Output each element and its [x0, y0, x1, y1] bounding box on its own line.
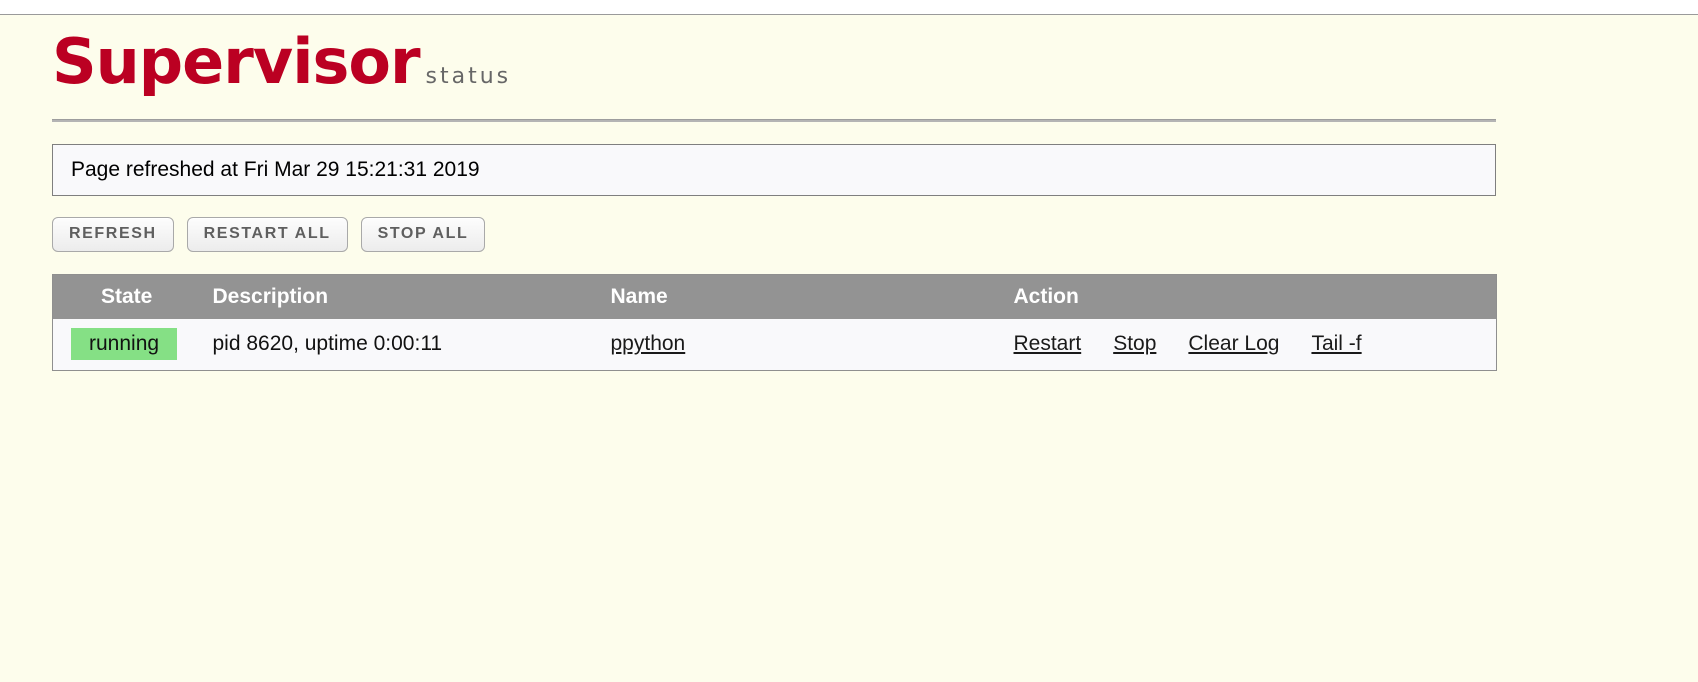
logo-wordmark: Supervisor [52, 25, 421, 98]
logo-subtitle: status [425, 64, 512, 89]
row-action-links: Restart Stop Clear Log Tail -f [1014, 332, 1497, 356]
stop-all-button[interactable]: STOP ALL [360, 217, 486, 252]
refresh-button[interactable]: REFRESH [52, 217, 174, 252]
table-row: running pid 8620, uptime 0:00:11 ppython… [52, 318, 1497, 371]
column-header-name[interactable]: Name [604, 274, 1010, 319]
column-header-description[interactable]: Description [204, 274, 605, 319]
column-header-action[interactable]: Action [1009, 274, 1497, 319]
status-message-text: Page refreshed at Fri Mar 29 15:21:31 20… [71, 158, 480, 181]
process-table: State Description Name Action running pi… [52, 274, 1497, 371]
column-header-state[interactable]: State [52, 274, 205, 319]
stop-link[interactable]: Stop [1113, 332, 1156, 356]
cell-description: pid 8620, uptime 0:00:11 [204, 318, 605, 371]
process-name-link[interactable]: ppython [611, 332, 686, 355]
clear-log-link[interactable]: Clear Log [1188, 332, 1279, 356]
page-body: Supervisor status Page refreshed at Fri M… [0, 15, 1698, 682]
cell-state: running [52, 318, 205, 371]
status-badge: running [71, 328, 178, 361]
process-table-body: running pid 8620, uptime 0:00:11 ppython… [52, 318, 1497, 371]
table-header-row: State Description Name Action [52, 274, 1497, 319]
content-container: Supervisor status Page refreshed at Fri M… [52, 15, 1497, 371]
tail-log-link[interactable]: Tail -f [1311, 332, 1361, 356]
restart-link[interactable]: Restart [1014, 332, 1082, 356]
supervisor-status-page: Supervisor status Page refreshed at Fri M… [0, 0, 1698, 682]
status-message-box: Page refreshed at Fri Mar 29 15:21:31 20… [52, 144, 1496, 196]
masthead: Supervisor status [52, 15, 1496, 119]
cell-name: ppython [604, 318, 1010, 371]
cell-actions: Restart Stop Clear Log Tail -f [1009, 318, 1497, 371]
restart-all-button[interactable]: RESTART ALL [186, 217, 348, 252]
header-divider [52, 119, 1496, 122]
supervisor-logo[interactable]: Supervisor status [52, 31, 511, 93]
process-table-head: State Description Name Action [52, 274, 1497, 319]
global-action-buttons: REFRESH RESTART ALL STOP ALL [52, 217, 1496, 252]
